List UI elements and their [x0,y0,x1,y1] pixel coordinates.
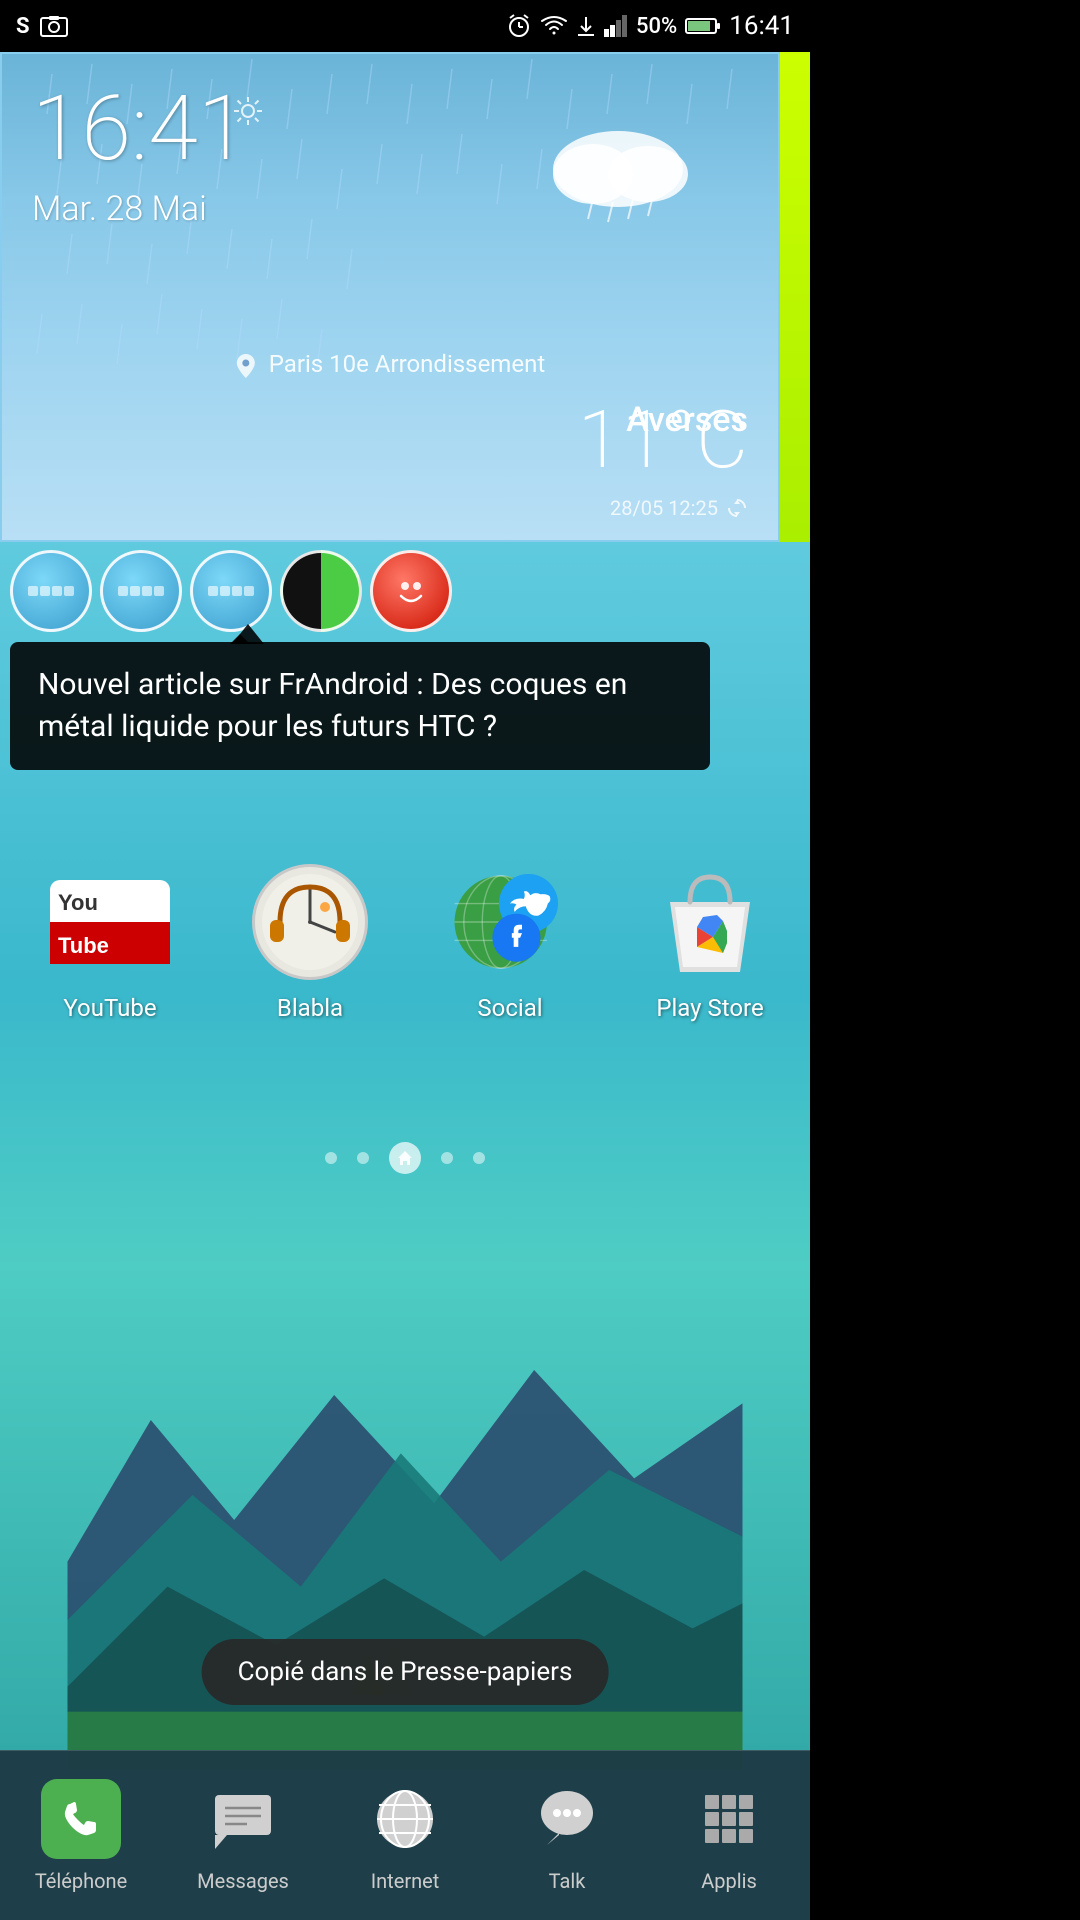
clipboard-toast: Copié dans le Presse-papiers [202,1639,609,1705]
screenshot-icon [40,15,68,37]
weather-location: Paris 10e Arrondissement [235,350,545,380]
svg-text:You: You [58,890,98,915]
main-area: 16:41 Mar. 28 Mai [0,52,810,1920]
battery-icon [685,16,721,36]
nav-bar: Téléphone Messages [0,1750,810,1920]
playstore-label: Play Store [656,994,763,1022]
weather-widget[interactable]: 16:41 Mar. 28 Mai [0,52,780,542]
status-right-icons: 50% 16:41 [506,11,794,41]
playstore-app[interactable]: Play Store [630,862,790,1022]
messages-nav-icon [203,1779,283,1859]
weather-temperature: 11°C [578,400,748,480]
weather-updated: 28/05 12:25 [610,496,748,520]
phone-nav-icon [41,1779,121,1859]
social-icon-container [450,862,570,982]
page-dot-4[interactable] [441,1152,453,1164]
nav-phone[interactable]: Téléphone [11,1779,151,1893]
dock-app-4[interactable] [280,550,362,632]
apps-nav-icon [689,1779,769,1859]
playstore-icon-svg [655,862,765,982]
dock-app-5[interactable] [370,550,452,632]
blabla-icon-svg [250,862,370,982]
tooltip-text: Nouvel article sur FrAndroid : Des coque… [38,667,627,744]
internet-nav-label: Internet [371,1869,440,1893]
svg-text:Tube: Tube [58,933,109,958]
weather-updated-time: 28/05 12:25 [610,496,718,520]
nav-internet[interactable]: Internet [335,1779,475,1893]
nav-apps[interactable]: Applis [659,1779,799,1893]
phone-nav-label: Téléphone [35,1869,127,1893]
swype-icon: S [16,14,30,39]
weather-time: 16:41 [32,84,247,174]
dock-bar [10,550,452,632]
status-bar: S [0,0,810,52]
page-dot-home[interactable] [389,1142,421,1174]
talk-nav-label: Talk [549,1869,586,1893]
youtube-icon-container: You Tube [50,862,170,982]
download-icon [576,15,596,37]
frandroid-tooltip[interactable]: Nouvel article sur FrAndroid : Des coque… [10,642,710,770]
page-dot-1[interactable] [325,1152,337,1164]
weather-date: Mar. 28 Mai [32,189,207,229]
location-text: Paris 10e Arrondissement [269,350,545,378]
apps-nav-label: Applis [701,1869,757,1893]
youtube-app[interactable]: You Tube YouTube [30,862,190,1022]
status-left-icons: S [16,14,68,39]
playstore-icon-container [650,862,770,982]
weather-settings-icon[interactable] [232,94,264,136]
social-label: Social [477,994,542,1022]
signal-icon [604,15,628,37]
youtube-label: YouTube [63,994,156,1022]
wifi-icon [540,15,568,37]
status-time: 16:41 [729,11,794,41]
app-grid: You Tube YouTube [30,862,790,1022]
internet-nav-icon [365,1779,445,1859]
tooltip-arrow [232,624,264,644]
social-icon-svg [450,867,570,977]
nav-messages[interactable]: Messages [173,1779,313,1893]
nav-talk[interactable]: Talk [497,1779,637,1893]
page-dot-2[interactable] [357,1152,369,1164]
youtube-icon-svg: You Tube [50,880,170,964]
alarm-icon [506,13,532,39]
page-indicator [0,1142,810,1174]
clipboard-text: Copié dans le Presse-papiers [238,1657,573,1687]
dock-app-2[interactable] [100,550,182,632]
messages-nav-label: Messages [197,1869,289,1893]
battery-percent: 50% [636,14,677,39]
dock-app-1[interactable] [10,550,92,632]
dock-app-3[interactable] [190,550,272,632]
blabla-label: Blabla [277,994,343,1022]
right-color-bar [780,52,810,542]
blabla-app[interactable]: Blabla [230,862,390,1022]
blabla-icon-container [250,862,370,982]
weather-cloud-icon [538,114,698,249]
social-app[interactable]: Social [430,862,590,1022]
talk-nav-icon [527,1779,607,1859]
page-dot-5[interactable] [473,1152,485,1164]
